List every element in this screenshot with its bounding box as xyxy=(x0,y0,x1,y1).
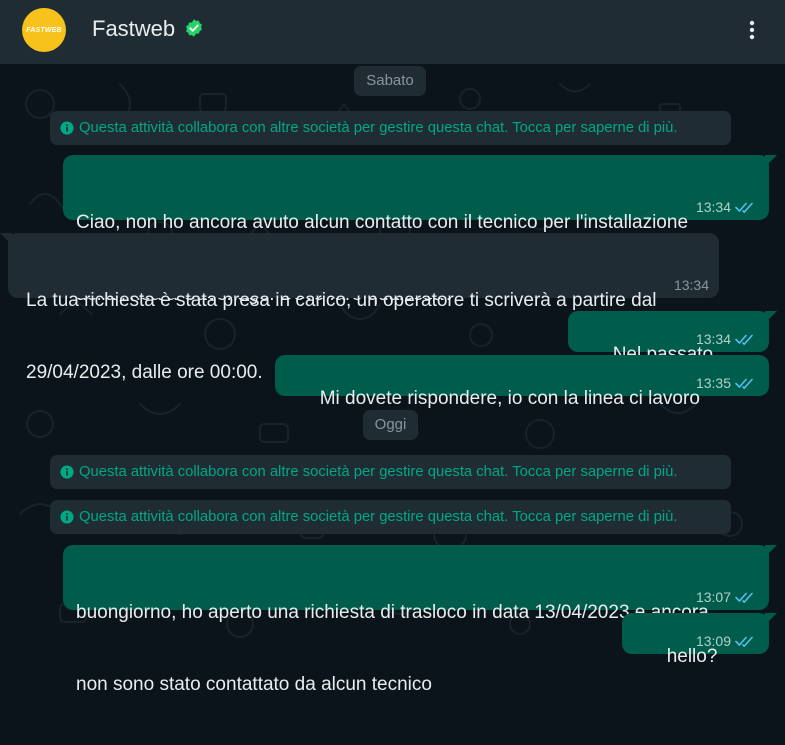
message-bubble-outgoing[interactable]: Nel passato 13:34 xyxy=(568,311,777,365)
message-bubble-outgoing[interactable]: buongiorno, ho aperto una richiesta di t… xyxy=(63,545,777,695)
date-separator-label: Oggi xyxy=(374,416,407,433)
message-list[interactable]: Sabato Questa attività collabora con alt… xyxy=(0,64,785,695)
info-icon xyxy=(60,510,74,524)
read-receipt-icon xyxy=(735,636,753,647)
contact-avatar[interactable]: FASTWEB xyxy=(22,8,66,52)
info-icon xyxy=(60,465,74,479)
info-icon xyxy=(60,121,74,135)
bubble-tail xyxy=(765,155,777,167)
message-text: non sono stato contattato da alcun tecni… xyxy=(76,674,432,695)
contact-name[interactable]: Fastweb xyxy=(92,16,175,42)
system-notice[interactable]: Questa attività collabora con altre soci… xyxy=(50,111,731,145)
message-text: Mi dovete rispondere, io con la linea ci… xyxy=(319,388,700,409)
message-bubble-outgoing[interactable]: Ciao, non ho ancora avuto alcun contatto… xyxy=(63,155,777,305)
message-time: 13:34 xyxy=(673,277,709,293)
system-notice[interactable]: Questa attività collabora con altre soci… xyxy=(50,455,731,489)
read-receipt-icon xyxy=(735,378,753,389)
message-time: 13:34 xyxy=(695,199,731,215)
read-receipt-icon xyxy=(735,592,753,603)
bubble-tail xyxy=(765,613,777,625)
date-separator-label: Sabato xyxy=(366,72,414,89)
read-receipt-icon xyxy=(735,334,753,345)
message-time: 13:07 xyxy=(695,589,731,605)
more-options-icon[interactable] xyxy=(740,18,764,42)
message-time: 13:09 xyxy=(695,633,731,649)
chat-header: FASTWEB Fastweb xyxy=(0,0,785,64)
date-separator: Sabato xyxy=(354,66,426,96)
message-text: La tua richiesta è stata presa in carico… xyxy=(26,290,657,311)
message-bubble-outgoing[interactable]: hello? 13:09 xyxy=(622,613,777,667)
date-separator: Oggi xyxy=(363,410,418,440)
read-receipt-icon xyxy=(735,202,753,213)
system-notice-text: Questa attività collabora con altre soci… xyxy=(79,120,678,136)
message-text: hello? xyxy=(666,646,718,667)
avatar-logo-text: FASTWEB xyxy=(26,26,62,34)
message-text: Ciao, non ho ancora avuto alcun contatto… xyxy=(76,212,689,233)
system-notice-text: Questa attività collabora con altre soci… xyxy=(79,464,678,480)
message-time: 13:35 xyxy=(695,375,731,391)
bubble-tail xyxy=(765,545,777,557)
message-bubble-outgoing[interactable]: Mi dovete rispondere, io con la linea ci… xyxy=(275,355,769,409)
system-notice-text: Questa attività collabora con altre soci… xyxy=(79,509,678,525)
message-bubble-incoming[interactable]: La tua richiesta è stata presa in carico… xyxy=(0,233,719,383)
bubble-tail xyxy=(0,233,12,245)
bubble-tail xyxy=(765,311,777,323)
verified-badge-icon xyxy=(186,19,202,37)
message-time: 13:34 xyxy=(695,331,731,347)
message-text: buongiorno, ho aperto una richiesta di t… xyxy=(76,602,709,623)
system-notice[interactable]: Questa attività collabora con altre soci… xyxy=(50,500,731,534)
